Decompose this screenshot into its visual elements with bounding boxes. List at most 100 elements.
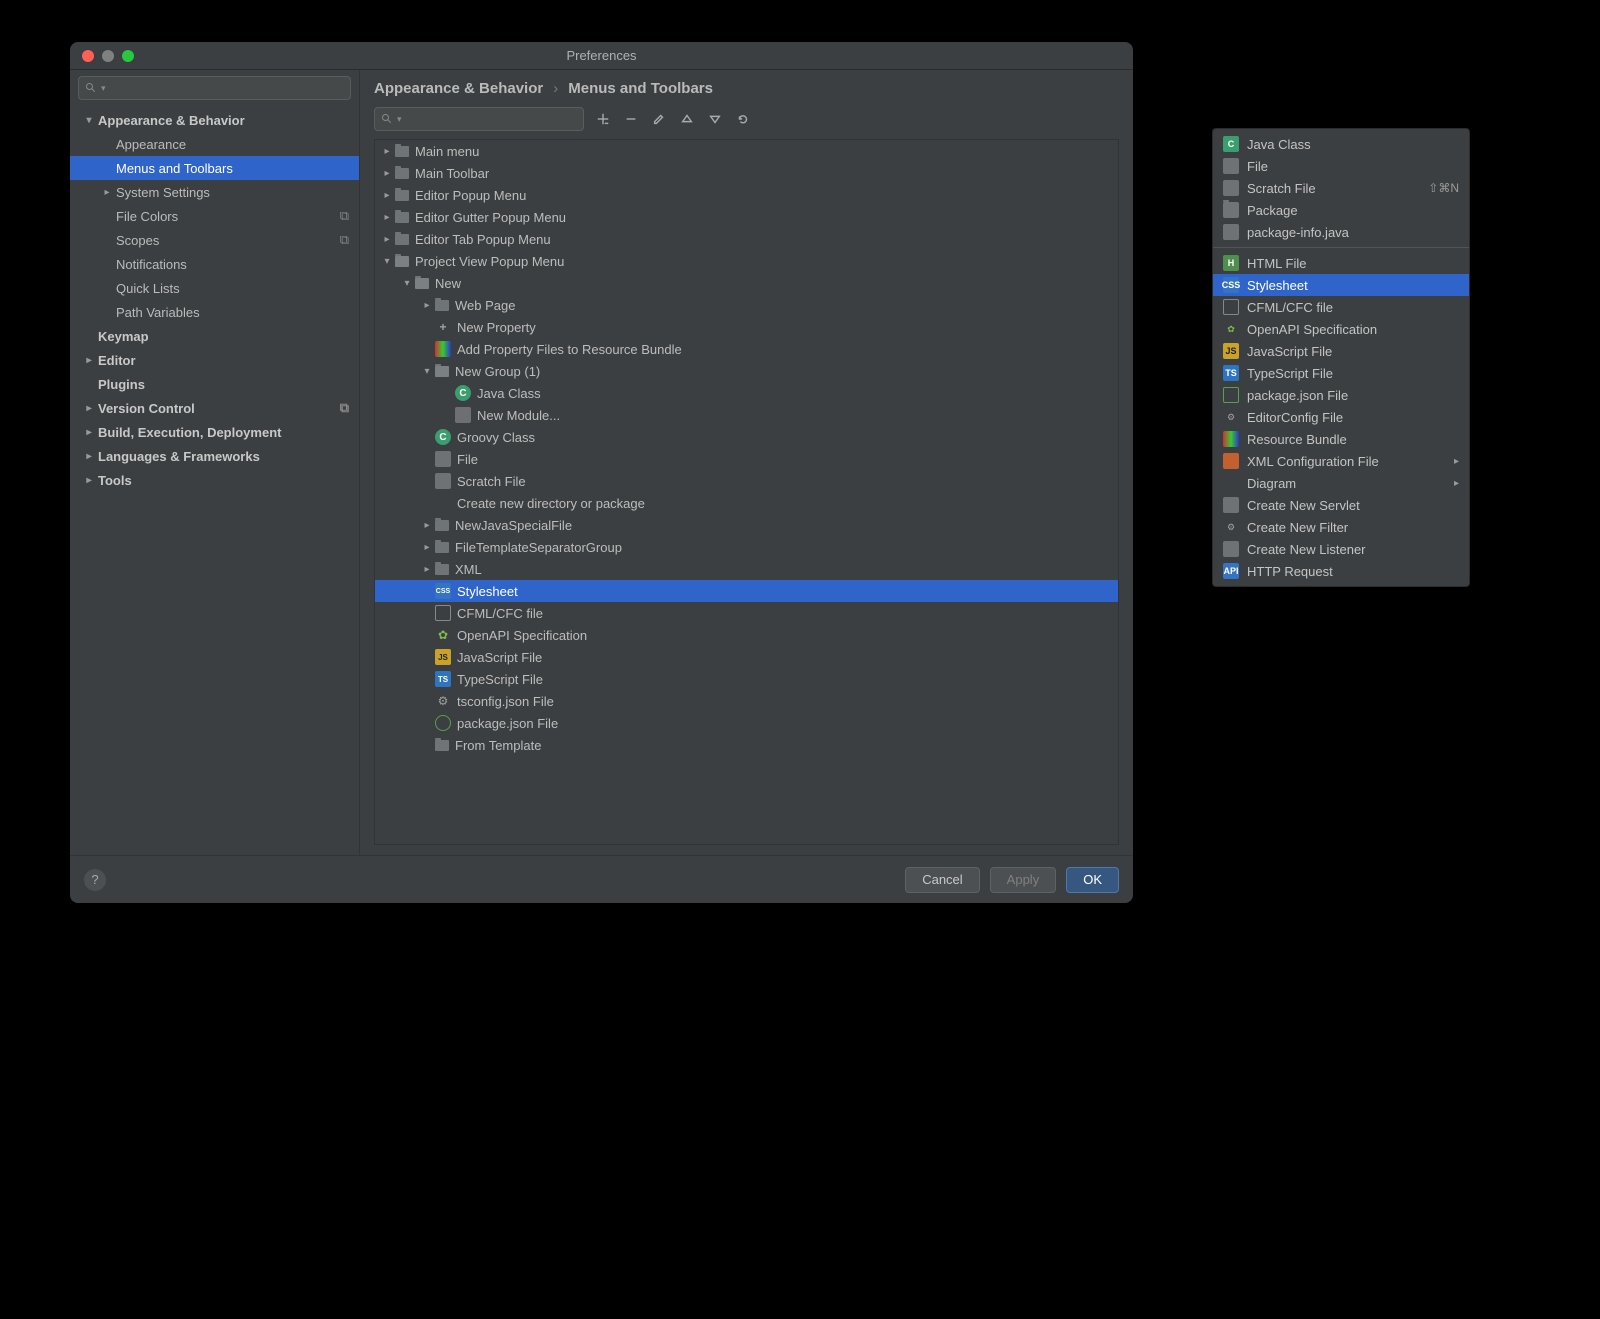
menu-item-label: CFML/CFC file [1247, 300, 1333, 315]
tree-row[interactable]: ▸NewJavaSpecialFile [375, 514, 1118, 536]
sidebar-item[interactable]: ▸Languages & Frameworks [70, 444, 359, 468]
menu-item[interactable]: Diagram▸ [1213, 472, 1469, 494]
add-action-button[interactable] [594, 110, 612, 128]
menu-item-label: Diagram [1247, 476, 1296, 491]
sidebar-item[interactable]: File Colors⧉ [70, 204, 359, 228]
sidebar-search-input[interactable]: ▾ [78, 76, 351, 100]
edit-action-button[interactable] [650, 110, 668, 128]
menu-item[interactable]: File [1213, 155, 1469, 177]
file-icon [1223, 497, 1239, 513]
sidebar-item[interactable]: Quick Lists [70, 276, 359, 300]
menu-item[interactable]: package-info.java [1213, 221, 1469, 243]
menu-item[interactable]: ⚙EditorConfig File [1213, 406, 1469, 428]
tree-row[interactable]: From Template [375, 734, 1118, 756]
tree-row[interactable]: ▾New [375, 272, 1118, 294]
window-body: ▾ ▾ Appearance & Behavior Appearance Menus … [70, 70, 1133, 855]
tree-row-label: New Module... [477, 408, 560, 423]
sidebar-item-label: Menus and Toolbars [116, 161, 233, 176]
project-scope-icon: ⧉ [340, 208, 349, 224]
expand-arrow-icon: ▸ [84, 355, 94, 366]
ok-button[interactable]: OK [1066, 867, 1119, 893]
tree-row[interactable]: ▾New Group (1) [375, 360, 1118, 382]
move-up-button[interactable] [678, 110, 696, 128]
sidebar-item[interactable]: ▸Build, Execution, Deployment [70, 420, 359, 444]
tree-row[interactable]: JSJavaScript File [375, 646, 1118, 668]
sidebar-item[interactable]: ▸System Settings [70, 180, 359, 204]
tree-row[interactable]: ▾Project View Popup Menu [375, 250, 1118, 272]
tree-row[interactable]: ▸XML [375, 558, 1118, 580]
tree-row[interactable]: CJava Class [375, 382, 1118, 404]
menu-item[interactable]: APIHTTP Request [1213, 560, 1469, 582]
toolbar: ▾ [360, 103, 1133, 139]
menu-item[interactable]: Create New Servlet [1213, 494, 1469, 516]
menu-item[interactable]: XML Configuration File▸ [1213, 450, 1469, 472]
tree-search-input[interactable]: ▾ [374, 107, 584, 131]
sidebar-item[interactable]: ▸Version Control⧉ [70, 396, 359, 420]
tree-row[interactable]: ▸FileTemplateSeparatorGroup [375, 536, 1118, 558]
menu-item[interactable]: CJava Class [1213, 133, 1469, 155]
menu-item-label: Resource Bundle [1247, 432, 1347, 447]
sidebar-item[interactable]: Notifications [70, 252, 359, 276]
help-button[interactable]: ? [84, 869, 106, 891]
menu-item[interactable]: TSTypeScript File [1213, 362, 1469, 384]
menu-item[interactable]: JSJavaScript File [1213, 340, 1469, 362]
cancel-button[interactable]: Cancel [905, 867, 979, 893]
menu-item-label: Create New Servlet [1247, 498, 1360, 513]
menu-item[interactable]: ✿OpenAPI Specification [1213, 318, 1469, 340]
sidebar-item[interactable]: ▾ Appearance & Behavior [70, 108, 359, 132]
menu-item-label: Create New Filter [1247, 520, 1348, 535]
tree-row[interactable]: File [375, 448, 1118, 470]
tree-row[interactable]: ▸Web Page [375, 294, 1118, 316]
tree-row[interactable]: Scratch File [375, 470, 1118, 492]
tree-row[interactable]: ▸Main menu [375, 140, 1118, 162]
content-area: Appearance & Behavior › Menus and Toolba… [360, 70, 1133, 855]
preferences-window: Preferences ▾ ▾Appearance & BehaviorAppe… [70, 42, 1133, 903]
sidebar-item[interactable]: ▸Editor [70, 348, 359, 372]
apply-button[interactable]: Apply [990, 867, 1057, 893]
tree-row[interactable]: ▸Editor Gutter Popup Menu [375, 206, 1118, 228]
menu-item[interactable]: CSSStylesheet [1213, 274, 1469, 296]
tree-row[interactable]: ▸Editor Tab Popup Menu [375, 228, 1118, 250]
sidebar-item[interactable]: ▸Tools [70, 468, 359, 492]
menu-item[interactable]: Resource Bundle [1213, 428, 1469, 450]
remove-action-button[interactable] [622, 110, 640, 128]
tree-row[interactable]: New Module... [375, 404, 1118, 426]
context-menu[interactable]: CJava ClassFileScratch File⇧⌘NPackagepac… [1212, 128, 1470, 587]
restore-defaults-button[interactable] [734, 110, 752, 128]
sidebar-item[interactable]: Menus and Toolbars [70, 156, 359, 180]
sidebar-item-label: Appearance & Behavior [98, 113, 245, 128]
breadcrumb-group: Appearance & Behavior [374, 80, 543, 97]
sidebar-item[interactable]: Path Variables [70, 300, 359, 324]
folder-icon [395, 212, 409, 223]
sidebar-tree: ▾ Appearance & Behavior Appearance Menus an… [70, 106, 359, 855]
menu-item[interactable]: ⚙Create New Filter [1213, 516, 1469, 538]
move-down-button[interactable] [706, 110, 724, 128]
menu-item[interactable]: Create New Listener [1213, 538, 1469, 560]
sidebar-item[interactable]: Appearance [70, 132, 359, 156]
tree-row[interactable]: CGroovy Class [375, 426, 1118, 448]
resource-bundle-icon [1223, 431, 1239, 447]
tree-row[interactable]: ▸Main Toolbar [375, 162, 1118, 184]
sidebar-item[interactable]: Plugins [70, 372, 359, 396]
sidebar-item[interactable]: Keymap [70, 324, 359, 348]
expand-arrow-icon: ▾ [84, 115, 94, 126]
menus-tree[interactable]: ▸Main menu▸Main Toolbar▸Editor Popup Men… [374, 139, 1119, 845]
menu-item[interactable]: package.json File [1213, 384, 1469, 406]
tree-row[interactable]: ✿OpenAPI Specification [375, 624, 1118, 646]
file-icon [1223, 158, 1239, 174]
tree-row[interactable]: TSTypeScript File [375, 668, 1118, 690]
menu-item[interactable]: Scratch File⇧⌘N [1213, 177, 1469, 199]
sidebar-item[interactable]: Scopes⧉ [70, 228, 359, 252]
tree-row[interactable]: CFML/CFC file [375, 602, 1118, 624]
tree-row[interactable]: ▸Editor Popup Menu [375, 184, 1118, 206]
tree-row[interactable]: Create new directory or package [375, 492, 1118, 514]
tree-row[interactable]: ⚙tsconfig.json File [375, 690, 1118, 712]
tree-row[interactable]: package.json File [375, 712, 1118, 734]
menu-item[interactable]: Package [1213, 199, 1469, 221]
tree-row[interactable]: +New Property [375, 316, 1118, 338]
tree-row[interactable]: Add Property Files to Resource Bundle [375, 338, 1118, 360]
menu-item[interactable]: CFML/CFC file [1213, 296, 1469, 318]
menu-item[interactable]: HHTML File [1213, 252, 1469, 274]
tree-row[interactable]: CSSStylesheet [375, 580, 1118, 602]
tree-row-label: Main Toolbar [415, 166, 489, 181]
